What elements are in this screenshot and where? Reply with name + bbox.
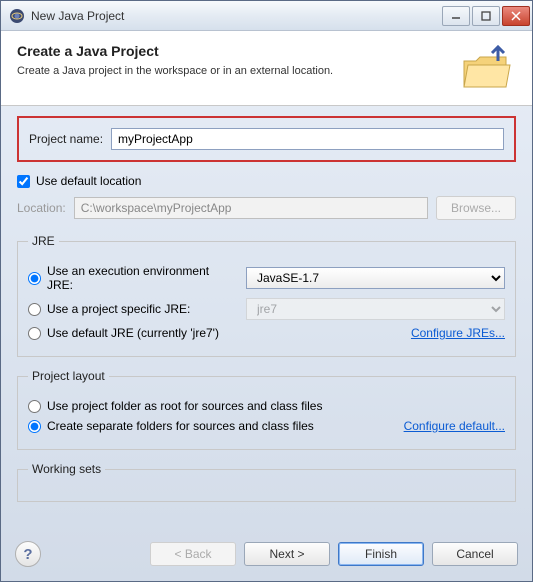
jre-group: JRE Use an execution environment JRE: Ja… [17, 234, 516, 357]
cancel-button[interactable]: Cancel [432, 542, 518, 566]
eclipse-icon [9, 8, 25, 24]
browse-button: Browse... [436, 196, 516, 220]
finish-button[interactable]: Finish [338, 542, 424, 566]
dialog-footer: ? < Back Next > Finish Cancel [1, 531, 532, 581]
minimize-button[interactable] [442, 6, 470, 26]
jre-default-radio[interactable] [28, 327, 41, 340]
configure-default-link[interactable]: Configure default... [404, 419, 505, 433]
page-description: Create a Java project in the workspace o… [17, 65, 450, 77]
dialog-header: Create a Java Project Create a Java proj… [1, 31, 532, 106]
jre-project-specific-combo: jre7 [246, 298, 505, 320]
location-input [74, 197, 428, 219]
project-name-label: Project name: [29, 132, 103, 146]
close-button[interactable] [502, 6, 530, 26]
layout-root-label: Use project folder as root for sources a… [47, 399, 322, 413]
jre-project-specific-radio[interactable] [28, 303, 41, 316]
dialog-content: Project name: Use default location Locat… [1, 106, 532, 531]
project-layout-group: Project layout Use project folder as roo… [17, 369, 516, 450]
configure-jres-link[interactable]: Configure JREs... [411, 326, 505, 340]
working-sets-legend: Working sets [28, 462, 105, 476]
next-button[interactable]: Next > [244, 542, 330, 566]
page-title: Create a Java Project [17, 43, 450, 59]
jre-exec-env-label: Use an execution environment JRE: [47, 264, 238, 292]
layout-separate-radio[interactable] [28, 420, 41, 433]
project-name-input[interactable] [111, 128, 504, 150]
jre-default-label: Use default JRE (currently 'jre7') [47, 326, 219, 340]
location-label: Location: [17, 201, 66, 215]
project-layout-legend: Project layout [28, 369, 109, 383]
working-sets-group: Working sets [17, 462, 516, 502]
window-title: New Java Project [31, 9, 442, 23]
project-name-highlight: Project name: [17, 116, 516, 162]
back-button: < Back [150, 542, 236, 566]
window-controls [442, 6, 530, 26]
titlebar: New Java Project [1, 1, 532, 31]
dialog-window: New Java Project Create a Java Project C… [0, 0, 533, 582]
layout-separate-label: Create separate folders for sources and … [47, 419, 314, 433]
help-button[interactable]: ? [15, 541, 41, 567]
wizard-folder-icon [460, 43, 516, 91]
use-default-location-checkbox[interactable] [17, 175, 30, 188]
maximize-button[interactable] [472, 6, 500, 26]
jre-project-specific-label: Use a project specific JRE: [47, 302, 190, 316]
jre-exec-env-radio[interactable] [28, 272, 41, 285]
jre-legend: JRE [28, 234, 59, 248]
layout-root-radio[interactable] [28, 400, 41, 413]
help-icon: ? [23, 546, 32, 563]
use-default-location-label: Use default location [36, 174, 141, 188]
jre-exec-env-combo[interactable]: JavaSE-1.7 [246, 267, 505, 289]
